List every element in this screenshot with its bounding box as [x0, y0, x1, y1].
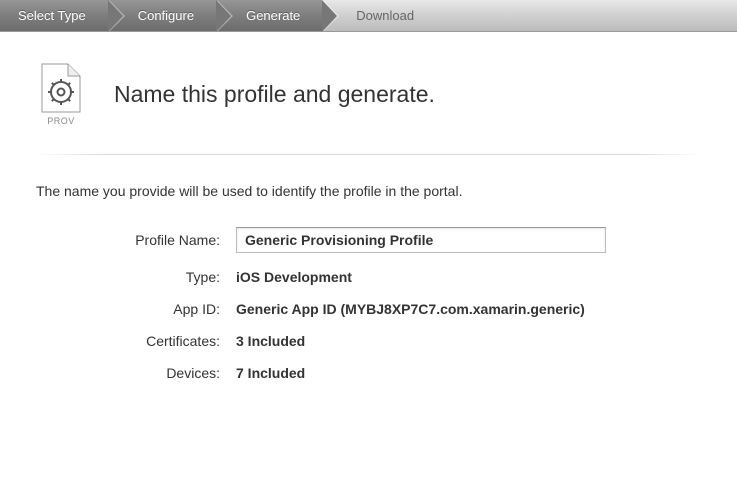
label-app-id: App ID:: [36, 301, 236, 317]
provisioning-icon-caption: PROV: [36, 116, 86, 126]
value-app-id: Generic App ID (MYBJ8XP7C7.com.xamarin.g…: [236, 301, 585, 317]
breadcrumb-step-download: Download: [322, 0, 436, 31]
main-content: PROV Name this profile and generate. The…: [0, 32, 737, 427]
breadcrumb-label: Configure: [138, 8, 194, 23]
row-certificates: Certificates: 3 Included: [36, 333, 701, 349]
label-profile-name: Profile Name:: [36, 232, 236, 248]
row-profile-name: Profile Name:: [36, 227, 701, 253]
row-type: Type: iOS Development: [36, 269, 701, 285]
page-title: Name this profile and generate.: [114, 81, 435, 108]
value-certificates: 3 Included: [236, 333, 305, 349]
description-text: The name you provide will be used to ide…: [36, 183, 701, 199]
breadcrumb-step-select-type[interactable]: Select Type: [0, 0, 108, 31]
provisioning-profile-icon: PROV: [36, 62, 86, 126]
divider: [36, 154, 701, 155]
label-devices: Devices:: [36, 365, 236, 381]
header: PROV Name this profile and generate.: [36, 62, 701, 154]
profile-name-input[interactable]: [236, 227, 606, 253]
breadcrumb-label: Generate: [246, 8, 300, 23]
value-type: iOS Development: [236, 269, 352, 285]
value-devices: 7 Included: [236, 365, 305, 381]
breadcrumb: Select Type Configure Generate Download: [0, 0, 737, 32]
label-certificates: Certificates:: [36, 333, 236, 349]
row-app-id: App ID: Generic App ID (MYBJ8XP7C7.com.x…: [36, 301, 701, 317]
label-type: Type:: [36, 269, 236, 285]
breadcrumb-label: Download: [356, 8, 414, 23]
row-devices: Devices: 7 Included: [36, 365, 701, 381]
breadcrumb-label: Select Type: [18, 8, 86, 23]
